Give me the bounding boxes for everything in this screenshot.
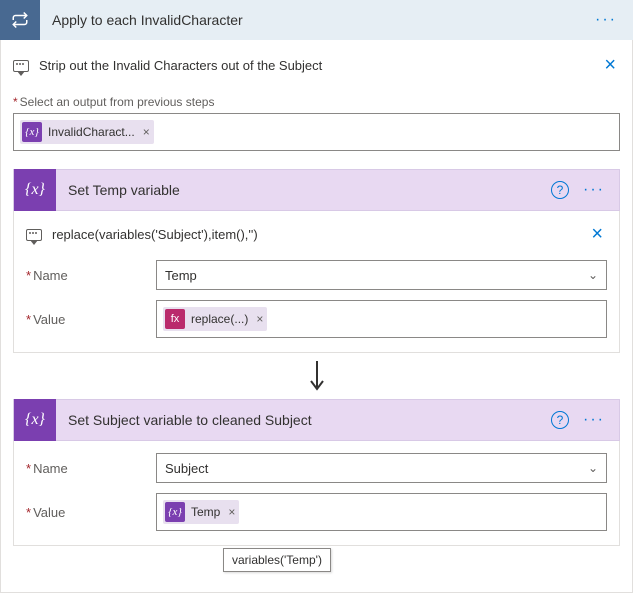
outer-comment-text: Strip out the Invalid Characters out of …: [39, 58, 600, 73]
chevron-down-icon: ⌄: [588, 268, 598, 282]
token-remove[interactable]: ×: [228, 505, 235, 519]
help-button[interactable]: ?: [551, 411, 569, 429]
step2-menu-button[interactable]: ···: [579, 411, 609, 429]
step2-name-select[interactable]: Subject ⌄: [156, 453, 607, 483]
token-remove[interactable]: ×: [143, 125, 150, 139]
step1-comment-close[interactable]: ×: [587, 223, 607, 246]
token-remove[interactable]: ×: [256, 312, 263, 326]
set-subject-card: {x} Set Subject variable to cleaned Subj…: [13, 399, 620, 546]
step1-value-input[interactable]: fx replace(...) ×: [156, 300, 607, 338]
step2-name-label: *Name: [26, 461, 156, 476]
variable-icon: {x}: [165, 502, 185, 522]
step1-name-select[interactable]: Temp ⌄: [156, 260, 607, 290]
select-output-label: *Select an output from previous steps: [13, 95, 620, 109]
outer-comment-row: Strip out the Invalid Characters out of …: [13, 54, 620, 77]
step2-value-input[interactable]: {x} Temp ×: [156, 493, 607, 531]
step2-value-label: *Value: [26, 505, 156, 520]
set-subject-title: Set Subject variable to cleaned Subject: [56, 412, 551, 428]
step1-name-value: Temp: [165, 268, 197, 283]
apply-to-each-body: Strip out the Invalid Characters out of …: [0, 40, 633, 593]
step1-menu-button[interactable]: ···: [579, 181, 609, 199]
set-subject-body: *Name Subject ⌄ *Value {x} Temp ×: [13, 441, 620, 546]
loop-icon: [0, 0, 40, 40]
step1-comment-row: replace(variables('Subject'),item(),'') …: [26, 223, 607, 246]
apply-to-each-header[interactable]: Apply to each InvalidCharacter ···: [0, 0, 633, 40]
set-temp-title: Set Temp variable: [56, 182, 551, 198]
variable-action-icon: {x}: [14, 399, 56, 441]
variable-icon: {x}: [22, 122, 42, 142]
invalidcharacter-token[interactable]: {x} InvalidCharact... ×: [20, 120, 154, 144]
chevron-down-icon: ⌄: [588, 461, 598, 475]
set-temp-body: replace(variables('Subject'),item(),'') …: [13, 211, 620, 353]
comment-icon: [26, 229, 42, 241]
step1-name-label: *Name: [26, 268, 156, 283]
temp-variable-token[interactable]: {x} Temp ×: [163, 500, 239, 524]
step1-value-label: *Value: [26, 312, 156, 327]
step2-name-value: Subject: [165, 461, 208, 476]
set-temp-card: {x} Set Temp variable ? ··· replace(vari…: [13, 169, 620, 353]
token-tooltip: variables('Temp'): [223, 548, 331, 572]
flow-arrow-icon: [13, 353, 620, 399]
apply-to-each-title: Apply to each InvalidCharacter: [40, 12, 589, 28]
set-subject-header[interactable]: {x} Set Subject variable to cleaned Subj…: [13, 399, 620, 441]
fx-icon: fx: [165, 309, 185, 329]
set-temp-header[interactable]: {x} Set Temp variable ? ···: [13, 169, 620, 211]
step1-comment-text: replace(variables('Subject'),item(),''): [52, 227, 587, 242]
outer-comment-close[interactable]: ×: [600, 54, 620, 77]
variable-action-icon: {x}: [14, 169, 56, 211]
comment-icon: [13, 60, 29, 72]
replace-expression-token[interactable]: fx replace(...) ×: [163, 307, 267, 331]
select-output-input[interactable]: {x} InvalidCharact... ×: [13, 113, 620, 151]
help-button[interactable]: ?: [551, 181, 569, 199]
outer-menu-button[interactable]: ···: [589, 11, 623, 29]
